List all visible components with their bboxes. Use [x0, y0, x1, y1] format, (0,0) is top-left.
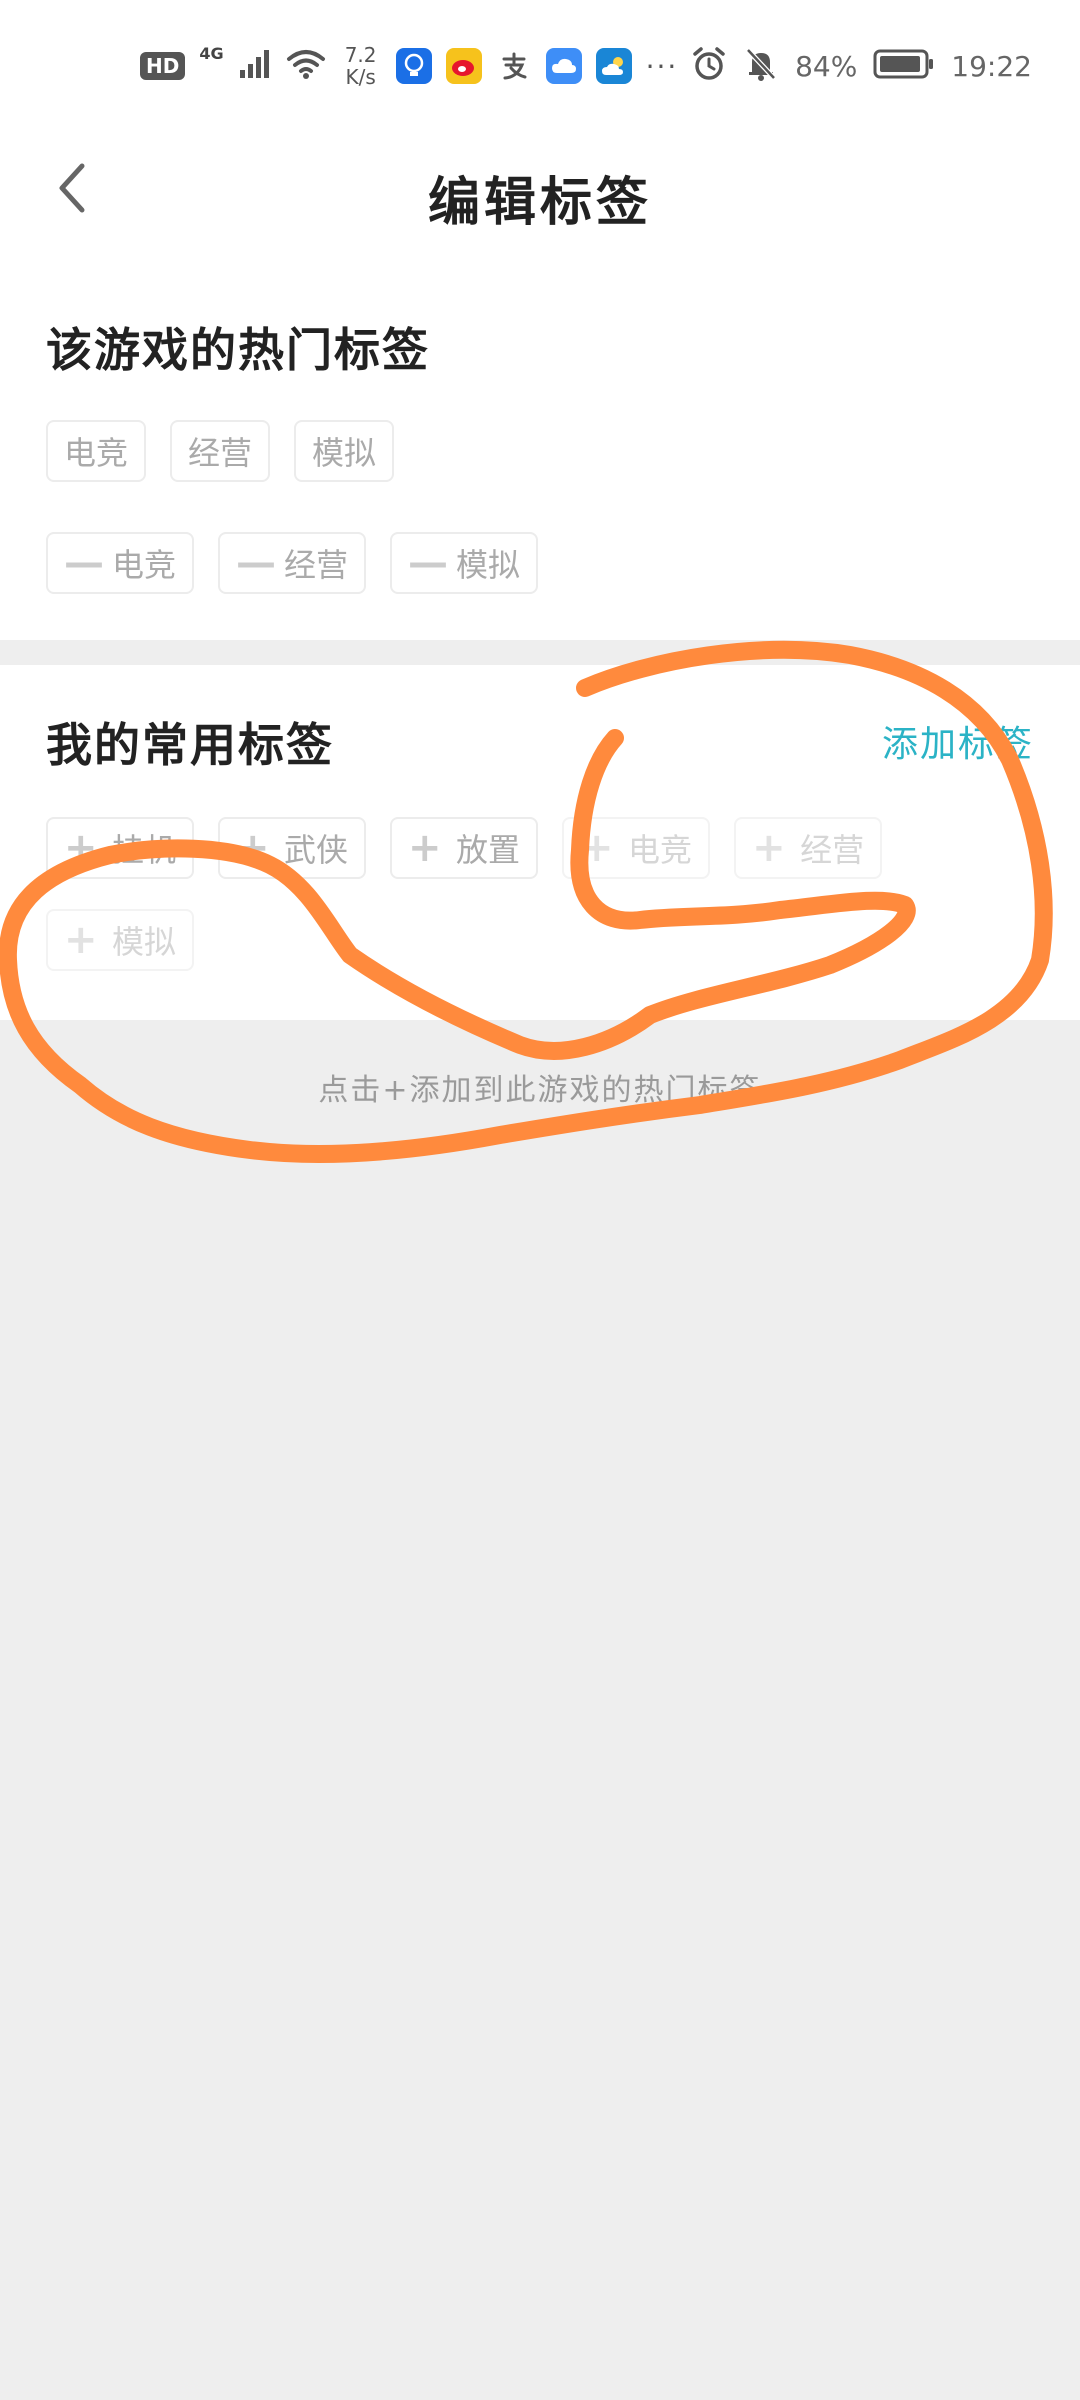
- remove-tag-button[interactable]: — 经营: [218, 532, 367, 594]
- plus-icon: +: [408, 825, 442, 871]
- add-tag-button-disabled: + 电竞: [562, 817, 711, 879]
- plus-icon: +: [236, 825, 270, 871]
- speed-value: 7.2: [344, 43, 377, 67]
- my-tags-row-2: + 模拟: [46, 909, 195, 971]
- hot-tags-section: 该游戏的热门标签 电竞 经营 模拟 — 电竞 — 经营 — 模拟: [0, 250, 1080, 640]
- cloud-app-icon: [545, 48, 582, 84]
- alipay-app-icon: [495, 48, 532, 84]
- tag-label: 电竞: [628, 831, 693, 869]
- add-tag-button-disabled: + 经营: [734, 817, 883, 879]
- signal-icon: [238, 48, 272, 84]
- removable-tags-row: — 电竞 — 经营 — 模拟: [46, 532, 539, 594]
- hot-tags-title: 该游戏的热门标签: [46, 323, 430, 377]
- tag-label: 武侠: [284, 831, 349, 869]
- plus-icon: +: [752, 825, 786, 871]
- more-notifications-icon: ···: [645, 49, 679, 83]
- tag-label: 经营: [284, 546, 349, 584]
- lightbulb-app-icon: [395, 48, 432, 84]
- minus-icon: —: [64, 540, 104, 586]
- minus-icon: —: [408, 540, 449, 586]
- hint-text: 点击+添加到此游戏的热门标签: [318, 1073, 762, 1108]
- add-tag-button[interactable]: + 挂机: [46, 817, 195, 879]
- mute-bell-icon: [743, 46, 779, 86]
- hot-tag[interactable]: 经营: [170, 420, 271, 482]
- add-tag-button-disabled: + 模拟: [46, 909, 195, 971]
- weather-app-icon: [595, 48, 632, 84]
- speed-unit: K/s: [345, 65, 376, 89]
- status-left: HD 4G 7.2 K/s ···: [140, 40, 678, 92]
- network-speed: 7.2 K/s: [340, 44, 382, 88]
- add-tag-button[interactable]: + 武侠: [218, 817, 367, 879]
- minus-icon: —: [236, 540, 277, 586]
- my-tags-section: 我的常用标签 添加标签 + 挂机 + 武侠 + 放置 + 电竞 + 经营 + 模…: [0, 665, 1080, 1020]
- wifi-icon: [286, 48, 326, 84]
- status-right: 84% 19:22: [691, 40, 1032, 92]
- tag-label: 模拟: [112, 923, 177, 961]
- weibo-app-icon: [445, 48, 482, 84]
- status-bar: HD 4G 7.2 K/s ··· 84% 19:22: [0, 0, 1080, 130]
- plus-icon: +: [580, 825, 614, 871]
- add-tag-link[interactable]: 添加标签: [882, 715, 1034, 767]
- hot-tags-row: 电竞 经营 模拟: [46, 420, 395, 482]
- plus-icon: +: [64, 825, 98, 871]
- alarm-icon: [691, 46, 727, 86]
- tag-label: 经营: [800, 831, 865, 869]
- hot-tag[interactable]: 电竞: [46, 420, 147, 482]
- remove-tag-button[interactable]: — 电竞: [46, 532, 195, 594]
- page-title: 编辑标签: [427, 173, 652, 233]
- plus-icon: +: [64, 917, 98, 963]
- my-tags-row-1: + 挂机 + 武侠 + 放置 + 电竞 + 经营: [46, 817, 883, 879]
- network-type: 4G: [199, 44, 224, 63]
- hot-tag[interactable]: 模拟: [294, 420, 395, 482]
- header-bar: 编辑标签: [0, 130, 1080, 250]
- my-tags-title: 我的常用标签: [46, 718, 334, 772]
- battery-percent: 84%: [795, 49, 858, 83]
- tag-label: 模拟: [456, 546, 521, 584]
- tag-label: 放置: [456, 831, 521, 869]
- remove-tag-button[interactable]: — 模拟: [390, 532, 539, 594]
- add-tag-button[interactable]: + 放置: [390, 817, 539, 879]
- hd-badge: HD: [140, 52, 186, 80]
- tag-label: 挂机: [112, 831, 177, 869]
- battery-icon: [873, 48, 935, 84]
- tag-label: 电竞: [112, 546, 177, 584]
- clock-time: 19:22: [951, 49, 1032, 83]
